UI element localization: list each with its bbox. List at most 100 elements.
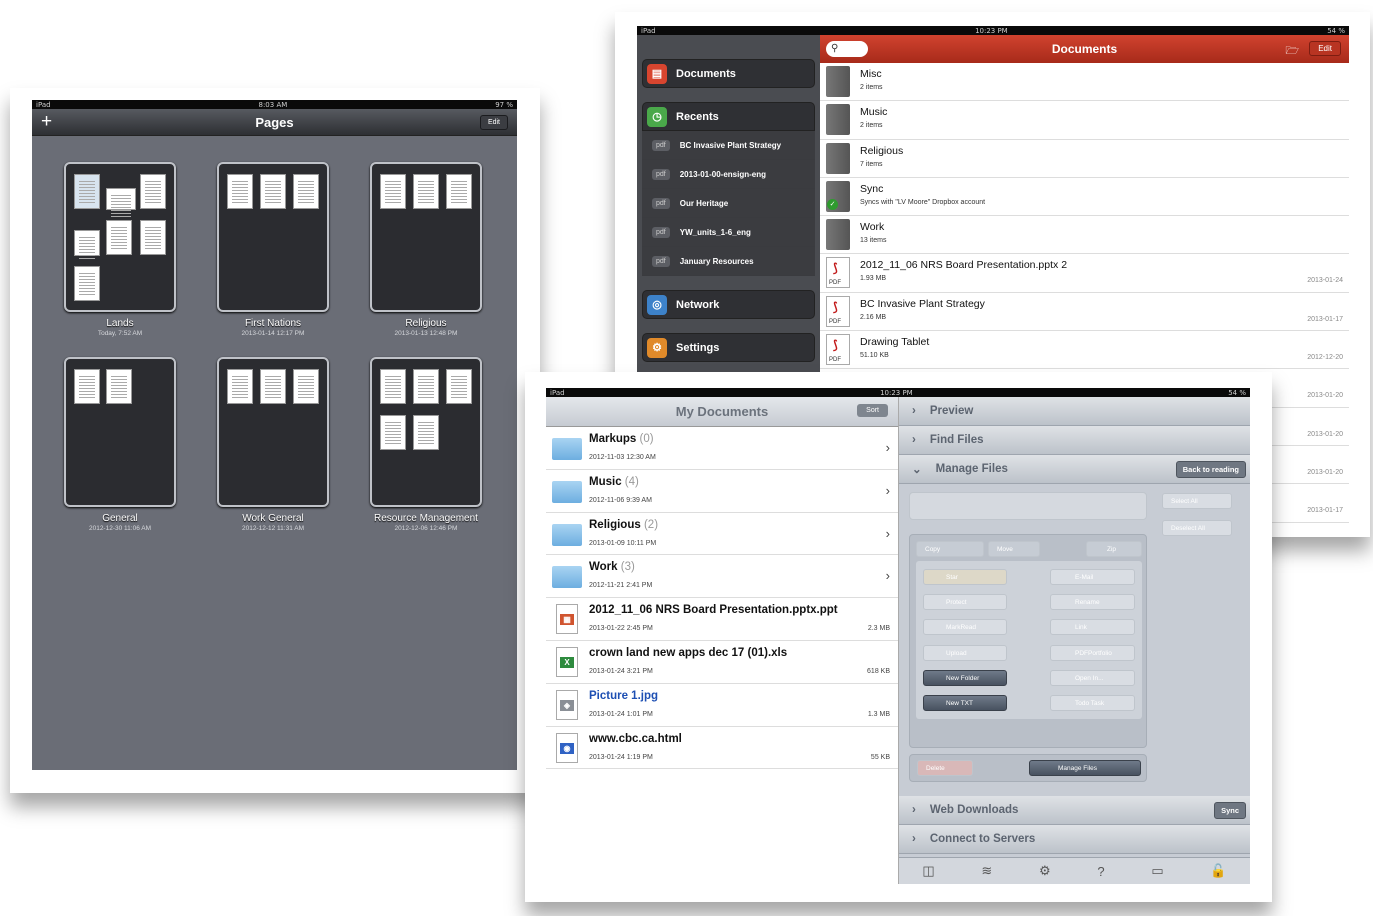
file-date: 2013-01-09 10:11 PM bbox=[589, 539, 657, 547]
folder-religious[interactable]: Religious 2013-01-13 12:48 PM bbox=[370, 162, 482, 337]
pages-app: iPad 8:03 AM 97 % + Pages Edit Lands Tod… bbox=[32, 100, 517, 770]
file-row[interactable]: Work (3) 2012-11-21 2:41 PM › bbox=[546, 555, 898, 599]
camera-icon[interactable]: ◫ bbox=[922, 863, 934, 879]
wifi-icon[interactable]: ≋ bbox=[981, 863, 992, 879]
document-row[interactable]: ⟆ PDF 2012_11_06 NRS Board Presentation.pp… bbox=[820, 254, 1349, 293]
sidebar-item-network[interactable]: ◎ Network bbox=[642, 290, 815, 319]
list-title: My Documents bbox=[675, 404, 769, 419]
copy-button[interactable]: Copy bbox=[916, 541, 984, 557]
folder-resource-management[interactable]: Resource Management 2012-12-06 12:46 PM bbox=[370, 357, 482, 532]
sidebar-item-documents[interactable]: ▤ Documents bbox=[642, 59, 815, 88]
recent-item[interactable]: pdf January Resources bbox=[642, 247, 815, 276]
folder-first-nations[interactable]: First Nations 2013-01-14 12:17 PM bbox=[217, 162, 329, 337]
new-txt-button[interactable]: New TXT bbox=[923, 695, 1007, 711]
document-row[interactable]: Religious 7 items bbox=[820, 140, 1349, 178]
protect-button[interactable]: Protect bbox=[923, 594, 1007, 610]
new-folder-button[interactable]: New Folder bbox=[923, 670, 1007, 686]
recent-item[interactable]: pdf YW_units_1-6_eng bbox=[642, 218, 815, 247]
file-row[interactable]: ◈ Picture 1.jpg 2013-01-24 1:01 PM 1.3 MB bbox=[546, 684, 898, 727]
file-date: 2013-01-22 2:45 PM bbox=[589, 625, 653, 633]
move-button[interactable]: Move bbox=[988, 541, 1040, 557]
documents-header: ⚲ Documents 🗁 Edit bbox=[820, 35, 1349, 63]
add-icon[interactable]: + bbox=[41, 111, 52, 133]
folder-work-general[interactable]: Work General 2012-12-12 11:31 AM bbox=[217, 357, 329, 532]
actions-grid: Star Protect MarkRead Upload New Folder … bbox=[916, 561, 1142, 719]
zip-button[interactable]: Zip bbox=[1086, 541, 1142, 557]
new-folder-icon[interactable]: 🗁 bbox=[1285, 42, 1299, 61]
file-name: Work (3) bbox=[589, 561, 635, 573]
document-subtitle: Syncs with "LV Moore" Dropbox account bbox=[860, 198, 986, 206]
battery: 97 % bbox=[495, 100, 513, 109]
link-button[interactable]: Link bbox=[1050, 619, 1135, 635]
bottom-actions: Delete Manage Files bbox=[909, 754, 1147, 782]
document-row[interactable]: Music 2 items bbox=[820, 101, 1349, 140]
globe-icon: ◎ bbox=[647, 294, 667, 315]
folder-lands[interactable]: Lands Today, 7:52 AM bbox=[64, 162, 176, 337]
folder-general[interactable]: General 2012-12-30 11:06 AM bbox=[64, 357, 176, 532]
manage-files-section[interactable]: ⌄ Manage Files Back to reading bbox=[899, 455, 1250, 484]
sort-button[interactable]: Sort bbox=[857, 404, 888, 417]
folder-thumbnail bbox=[64, 162, 176, 312]
recents-list: pdf BC Invasive Plant Strategy pdf 2013-01… bbox=[642, 131, 815, 276]
todo-task-button[interactable]: Todo Task bbox=[1050, 695, 1135, 711]
gear-icon: ⚙ bbox=[647, 337, 667, 358]
edit-button[interactable]: Edit bbox=[1309, 41, 1341, 56]
recent-item[interactable]: pdf BC Invasive Plant Strategy bbox=[642, 131, 815, 160]
delete-button[interactable]: Delete bbox=[917, 760, 973, 776]
preview-section[interactable]: › Preview bbox=[899, 397, 1250, 426]
chevron-right-icon: › bbox=[912, 804, 916, 816]
file-size: 1.3 MB bbox=[867, 710, 890, 718]
folder-icon bbox=[826, 104, 850, 136]
folder-name: General bbox=[102, 513, 138, 524]
file-row[interactable]: Xcrown land new apps dec 17 (01).xls 201… bbox=[546, 641, 898, 684]
markread-button[interactable]: MarkRead bbox=[923, 619, 1007, 635]
document-row[interactable]: Work 13 items bbox=[820, 216, 1349, 255]
file-row[interactable]: Music (4) 2012-11-06 9:39 AM › bbox=[546, 470, 898, 513]
section-label: Find Files bbox=[929, 434, 984, 446]
email-button[interactable]: E-Mail bbox=[1050, 569, 1135, 585]
select-all-button[interactable]: Select All bbox=[1162, 493, 1232, 509]
star-button[interactable]: Star bbox=[923, 569, 1007, 585]
sidebar-item-settings[interactable]: ⚙ Settings bbox=[642, 333, 815, 362]
recent-item[interactable]: pdf Our Heritage bbox=[642, 189, 815, 218]
folder-name: Resource Management bbox=[374, 513, 478, 524]
file-row[interactable]: Religious (2) 2013-01-09 10:11 PM › bbox=[546, 513, 898, 556]
document-subtitle: 2.16 MB bbox=[860, 313, 887, 321]
item-count: (3) bbox=[620, 561, 635, 574]
file-row[interactable]: ▦ 2012_11_06 NRS Board Presentation.pptx.… bbox=[546, 598, 898, 641]
upload-button[interactable]: Upload bbox=[923, 645, 1007, 661]
file-name-text: Picture 1.jpg bbox=[589, 689, 659, 702]
document-name: Sync bbox=[860, 182, 884, 195]
help-icon[interactable]: ? bbox=[1097, 864, 1104, 879]
sidebar-item-recents[interactable]: ◷ Recents bbox=[642, 102, 815, 131]
screen-icon[interactable]: ▭ bbox=[1151, 863, 1163, 879]
recent-item[interactable]: pdf 2013-01-00-ensign-eng bbox=[642, 160, 815, 189]
open-in-button[interactable]: Open In... bbox=[1050, 670, 1135, 686]
connect-servers-section[interactable]: › Connect to Servers bbox=[899, 825, 1250, 854]
rename-button[interactable]: Rename bbox=[1050, 594, 1135, 610]
document-row[interactable]: Misc 2 items bbox=[820, 63, 1349, 102]
document-row[interactable]: ✓ Sync Syncs with "LV Moore" Dropbox accou… bbox=[820, 178, 1349, 217]
file-name-text: Markups bbox=[589, 433, 637, 445]
deselect-all-button[interactable]: Deselect All bbox=[1162, 520, 1232, 536]
file-name-text: Religious bbox=[589, 518, 641, 531]
manage-files-button[interactable]: Manage Files bbox=[1029, 760, 1141, 776]
pdfportfolio-button[interactable]: PDFPortfolio bbox=[1050, 645, 1135, 661]
web-downloads-section[interactable]: › Web Downloads Sync bbox=[899, 796, 1250, 825]
edit-button[interactable]: Edit bbox=[479, 115, 508, 130]
check-icon: ✓ bbox=[827, 198, 838, 210]
back-to-reading-button[interactable]: Back to reading bbox=[1175, 461, 1246, 478]
item-count: (0) bbox=[639, 433, 654, 445]
file-name: Markups (0) bbox=[589, 433, 654, 445]
gear-icon[interactable]: ⚙ bbox=[1039, 863, 1051, 879]
sync-button[interactable]: Sync bbox=[1214, 802, 1246, 819]
document-row[interactable]: ⟆ PDF BC Invasive Plant Strategy 2.16 MB 201… bbox=[820, 293, 1349, 332]
find-files-section[interactable]: › Find Files bbox=[899, 426, 1250, 455]
file-row[interactable]: Markups (0) 2012-11-03 12:30 AM › bbox=[546, 427, 898, 470]
file-name: Religious (2) bbox=[589, 519, 658, 531]
file-row[interactable]: ◉ www.cbc.ca.html 2013-01-24 1:19 PM 55 KB bbox=[546, 727, 898, 770]
document-row[interactable]: ⟆ PDF Drawing Tablet 51.10 KB 2012-12-20 bbox=[820, 331, 1349, 370]
lock-icon[interactable]: 🔓 bbox=[1210, 863, 1226, 879]
list-header: My Documents Sort bbox=[546, 397, 898, 427]
search-icon[interactable]: ⚲ bbox=[826, 41, 868, 57]
